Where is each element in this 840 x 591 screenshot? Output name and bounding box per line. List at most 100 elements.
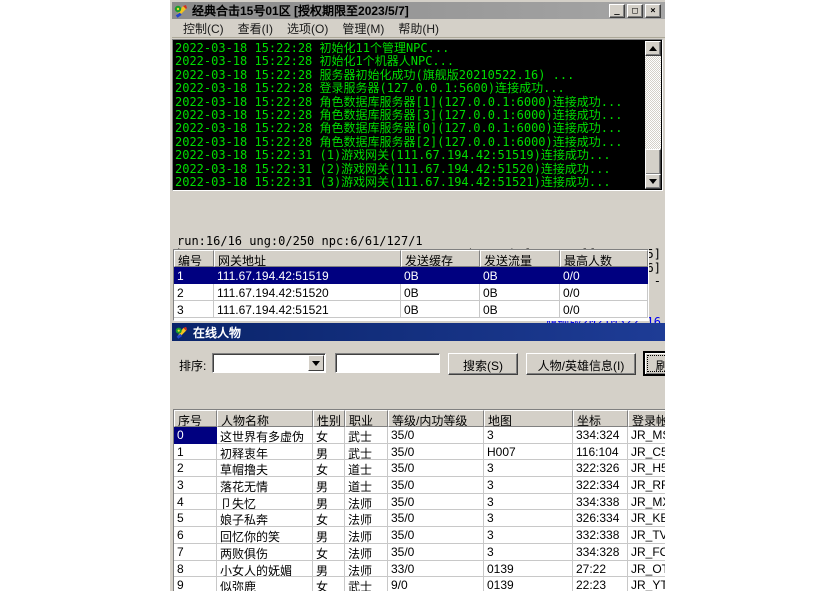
char-level-cell: 35/0 <box>388 544 484 561</box>
char-name-cell: 回忆你的笑 <box>217 527 313 544</box>
char-class-cell: 法师 <box>345 510 388 527</box>
gateway-column-header[interactable]: 最高人数 <box>560 250 648 267</box>
char-row[interactable]: 3 落花无情 男 道士 35/0 3 322:334 JR_RR7 <box>174 477 665 494</box>
char-level-cell: 33/0 <box>388 561 484 578</box>
scroll-up-icon[interactable] <box>645 41 661 56</box>
char-name-cell: 初释衷年 <box>217 444 313 461</box>
char-row[interactable]: 4 卩失忆 男 法师 35/0 3 334:338 JR_MX1 <box>174 494 665 511</box>
character-table-header: 序号人物名称性别职业等级/内功等级地图坐标登录帐号 <box>174 410 665 427</box>
character-column-header[interactable]: 性别 <box>313 410 345 427</box>
scroll-down-icon[interactable] <box>645 174 661 189</box>
app-window: 经典合击15号01区 [授权期限至2023/5/7] _ □ × 控制(C)查看… <box>170 0 665 591</box>
gateway-row[interactable]: 2 111.67.194.42:51520 0B 0B 0/0 <box>174 284 648 301</box>
char-name-cell: 小女人的妩媚 <box>217 561 313 578</box>
character-column-header[interactable]: 登录帐号 <box>628 410 665 427</box>
char-account-cell: JR_MSH <box>628 427 665 444</box>
char-account-cell: JR_H56 <box>628 460 665 477</box>
char-row[interactable]: 9 似弥鹿 女 武士 9/0 0139 22:23 JR_YT6 <box>174 577 665 591</box>
character-column-header[interactable]: 地图 <box>484 410 573 427</box>
char-name-cell: 草帽撸夫 <box>217 460 313 477</box>
log-lines: 2022-03-18 15:22:28 初始化11个管理NPC...2022-0… <box>175 42 645 189</box>
char-row[interactable]: 5 娘子私奔 女 法师 35/0 3 326:334 JR_KBA <box>174 510 665 527</box>
gateway-send-traffic-cell: 0B <box>480 301 560 318</box>
char-name-cell: 卩失忆 <box>217 494 313 511</box>
gateway-address-cell: 111.67.194.42:51520 <box>214 284 401 301</box>
menu-bar: 控制(C)查看(I)选项(O)管理(M)帮助(H) <box>172 19 665 38</box>
console-scrollbar[interactable] <box>645 41 661 189</box>
char-name-cell: 两败俱伤 <box>217 544 313 561</box>
char-name-cell: 娘子私奔 <box>217 510 313 527</box>
char-coords-cell: 22:23 <box>573 577 628 591</box>
char-gender-cell: 女 <box>313 427 345 444</box>
char-gender-cell: 女 <box>313 460 345 477</box>
section-title: 在线人物 <box>193 324 241 341</box>
search-button[interactable]: 搜索(S) <box>448 353 518 375</box>
gateway-row[interactable]: 3 111.67.194.42:51521 0B 0B 0/0 <box>174 301 648 318</box>
close-button[interactable]: × <box>645 4 661 18</box>
chevron-down-icon[interactable] <box>308 355 324 371</box>
char-class-cell: 法师 <box>345 527 388 544</box>
char-account-cell: JR_MX1 <box>628 494 665 511</box>
gateway-send-traffic-cell: 0B <box>480 284 560 301</box>
gateway-column-header[interactable]: 发送流量 <box>480 250 560 267</box>
gateway-table: 编号网关地址发送缓存发送流量最高人数 1 111.67.194.42:51519… <box>173 249 649 321</box>
menu-item[interactable]: 选项(O) <box>280 18 335 39</box>
char-map-cell: 3 <box>484 527 573 544</box>
char-map-cell: 0139 <box>484 561 573 578</box>
minimize-button[interactable]: _ <box>609 4 625 18</box>
search-input[interactable] <box>335 353 440 373</box>
gateway-row[interactable]: 1 111.67.194.42:51519 0B 0B 0/0 <box>174 267 648 284</box>
char-account-cell: JR_TVC <box>628 527 665 544</box>
character-rows: 0 这世界有多虚伪 女 武士 35/0 3 334:324 JR_MSH 1 初… <box>174 427 665 591</box>
char-row[interactable]: 2 草帽撸夫 女 道士 35/0 3 322:326 JR_H56 <box>174 460 665 477</box>
char-map-cell: 3 <box>484 544 573 561</box>
gateway-column-header[interactable]: 编号 <box>174 250 214 267</box>
menu-item[interactable]: 帮助(H) <box>391 18 446 39</box>
char-row[interactable]: 8 小女人的妩媚 男 法师 33/0 0139 27:22 JR_OTG <box>174 561 665 578</box>
char-gender-cell: 男 <box>313 477 345 494</box>
gateway-max-players-cell: 0/0 <box>560 284 648 301</box>
char-map-cell: 3 <box>484 477 573 494</box>
character-column-header[interactable]: 序号 <box>174 410 217 427</box>
char-name-cell: 这世界有多虚伪 <box>217 427 313 444</box>
log-line: 2022-03-18 15:22:28 角色数据库服务器[0](127.0.0.… <box>175 122 645 135</box>
scrollbar-thumb[interactable] <box>645 149 661 175</box>
menu-item[interactable]: 查看(I) <box>231 18 280 39</box>
log-line: 2022-03-18 15:22:28 初始化1个机器人NPC... <box>175 55 645 68</box>
character-column-header[interactable]: 等级/内功等级 <box>388 410 484 427</box>
gateway-address-cell: 111.67.194.42:51521 <box>214 301 401 318</box>
gateway-column-header[interactable]: 发送缓存 <box>401 250 480 267</box>
char-coords-cell: 27:22 <box>573 561 628 578</box>
char-level-cell: 35/0 <box>388 427 484 444</box>
char-row[interactable]: 1 初释衷年 男 武士 35/0 H007 116:104 JR_C5R <box>174 444 665 461</box>
hero-info-button[interactable]: 人物/英雄信息(I) <box>526 353 636 375</box>
gateway-rows: 1 111.67.194.42:51519 0B 0B 0/0 2 111.67… <box>174 267 648 318</box>
char-gender-cell: 女 <box>313 544 345 561</box>
server-log-console: 2022-03-18 15:22:28 初始化11个管理NPC...2022-0… <box>172 39 663 191</box>
character-column-header[interactable]: 人物名称 <box>217 410 313 427</box>
menu-item[interactable]: 控制(C) <box>176 18 231 39</box>
char-row[interactable]: 6 回忆你的笑 男 法师 35/0 3 332:338 JR_TVC <box>174 527 665 544</box>
char-class-cell: 武士 <box>345 444 388 461</box>
character-column-header[interactable]: 职业 <box>345 410 388 427</box>
title-bar[interactable]: 经典合击15号01区 [授权期限至2023/5/7] _ □ × <box>172 2 665 19</box>
gateway-max-players-cell: 0/0 <box>560 301 648 318</box>
gateway-column-header[interactable]: 网关地址 <box>214 250 401 267</box>
status-panel: run:16/16 ung:0/250 npc:6/61/127/1hum:0/… <box>172 191 665 249</box>
char-name-cell: 落花无情 <box>217 477 313 494</box>
refresh-button[interactable]: 刷新(R) <box>643 351 665 376</box>
log-line: 2022-03-18 15:22:28 初始化11个管理NPC... <box>175 42 645 55</box>
menu-item[interactable]: 管理(M) <box>335 18 391 39</box>
gateway-send-traffic-cell: 0B <box>480 267 560 284</box>
maximize-button[interactable]: □ <box>627 4 643 18</box>
char-class-cell: 道士 <box>345 477 388 494</box>
char-row[interactable]: 7 两败俱伤 女 法师 35/0 3 334:328 JR_FOP <box>174 544 665 561</box>
char-level-cell: 35/0 <box>388 510 484 527</box>
char-map-cell: 3 <box>484 427 573 444</box>
char-gender-cell: 女 <box>313 577 345 591</box>
char-account-cell: JR_YT6 <box>628 577 665 591</box>
char-row[interactable]: 0 这世界有多虚伪 女 武士 35/0 3 334:324 JR_MSH <box>174 427 665 444</box>
sort-select[interactable] <box>212 353 326 373</box>
char-coords-cell: 116:104 <box>573 444 628 461</box>
character-column-header[interactable]: 坐标 <box>573 410 628 427</box>
